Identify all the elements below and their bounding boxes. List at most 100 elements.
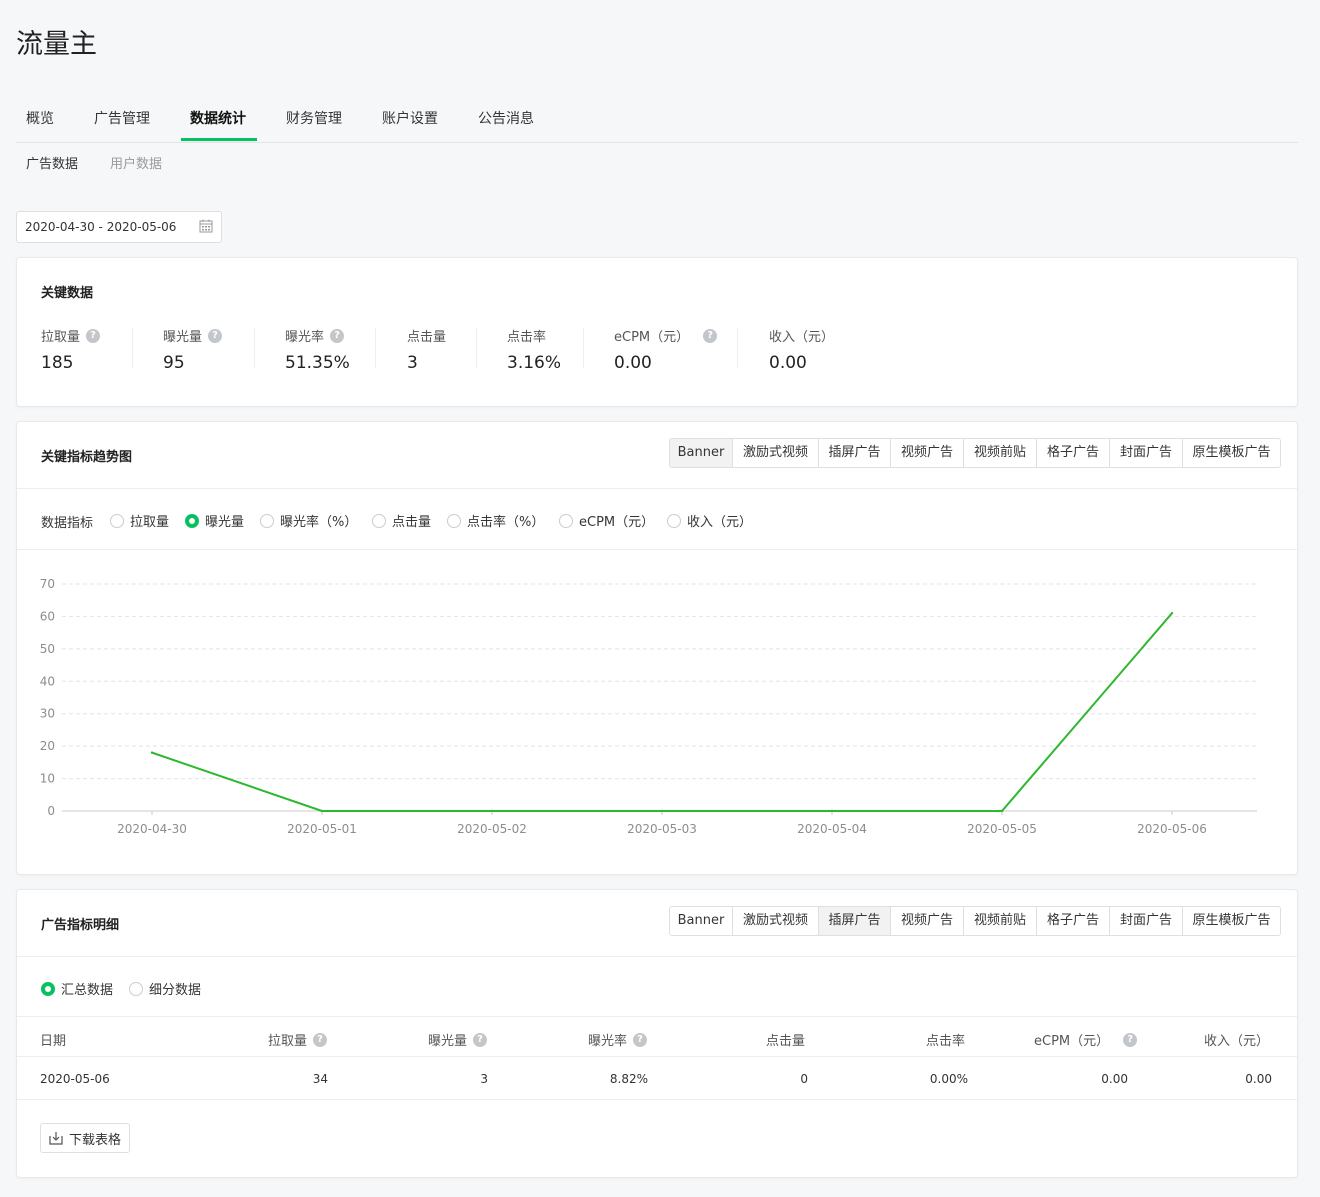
radio-exposure[interactable]: 曝光量 <box>185 511 244 530</box>
radio-circle <box>41 981 55 996</box>
y-tick-label: 70 <box>40 577 55 591</box>
trend-title: 关键指标趋势图 <box>41 450 133 465</box>
column-header-fetch: 拉取量? <box>268 1030 328 1049</box>
cell-ecpm: 0.00 <box>1101 1072 1128 1086</box>
radio-ctr[interactable]: 点击率（%） <box>447 511 544 530</box>
radio-breakdown-data[interactable]: 细分数据 <box>129 979 201 998</box>
main-nav: 概览 广告管理 数据统计 财务管理 账户设置 公告消息 <box>16 100 1298 143</box>
tab-interstitial[interactable]: 插屏广告 <box>818 439 890 467</box>
tab-grid-ad[interactable]: 格子广告 <box>1036 439 1109 467</box>
tab-native-template[interactable]: 原生模板广告 <box>1182 439 1280 467</box>
y-tick-label: 50 <box>40 642 55 656</box>
radio-ecpm[interactable]: eCPM（元） <box>559 511 654 530</box>
column-header-label: 点击量 <box>766 1034 806 1049</box>
y-tick-label: 0 <box>47 804 55 818</box>
radio-income[interactable]: 收入（元） <box>667 511 752 530</box>
download-table-button[interactable]: 下载表格 <box>40 1123 130 1153</box>
tab-banner[interactable]: Banner <box>670 439 732 467</box>
tab-native-template[interactable]: 原生模板广告 <box>1182 907 1280 935</box>
data-point <box>830 809 834 813</box>
help-icon[interactable]: ? <box>313 1032 328 1047</box>
metric-label: 拉取量 <box>41 330 81 345</box>
x-tick-label: 2020-05-01 <box>287 822 357 836</box>
radio-circle <box>667 513 681 528</box>
tab-pre-roll[interactable]: 视频前贴 <box>963 907 1036 935</box>
x-tick-label: 2020-05-06 <box>1137 822 1207 836</box>
metric-divider <box>375 328 376 368</box>
radio-summary-data[interactable]: 汇总数据 <box>41 979 113 998</box>
help-icon[interactable]: ? <box>86 328 101 343</box>
subnav-user-data[interactable]: 用户数据 <box>110 153 162 172</box>
data-point <box>320 809 324 813</box>
radio-circle <box>185 513 199 528</box>
radio-label: 曝光率（%） <box>280 515 358 530</box>
nav-item-announcements[interactable]: 公告消息 <box>478 108 534 128</box>
tab-pre-roll[interactable]: 视频前贴 <box>963 439 1036 467</box>
column-header-label: 曝光率 <box>588 1034 628 1049</box>
trend-ad-type-tabs: Banner 激励式视频 插屏广告 视频广告 视频前贴 格子广告 封面广告 原生… <box>669 438 1281 468</box>
metric-label: 点击量 <box>407 330 447 345</box>
metric-label: 曝光率 <box>285 330 325 345</box>
nav-item-overview[interactable]: 概览 <box>26 108 54 128</box>
subnav-ad-data[interactable]: 广告数据 <box>26 153 78 172</box>
key-data-title: 关键数据 <box>41 286 94 301</box>
column-header-date: 日期 <box>40 1030 66 1049</box>
help-icon[interactable]: ? <box>473 1032 488 1047</box>
nav-item-account-settings[interactable]: 账户设置 <box>382 108 438 128</box>
data-point <box>1170 611 1174 615</box>
radio-circle <box>447 513 461 528</box>
download-icon <box>49 1132 63 1145</box>
column-header-ctr: 点击率 <box>926 1030 965 1049</box>
metric-divider <box>583 328 584 368</box>
metric-divider <box>254 328 255 368</box>
radio-label: 细分数据 <box>149 983 202 998</box>
metric-selector-label: 数据指标 <box>41 516 94 531</box>
tab-rewarded-video[interactable]: 激励式视频 <box>732 439 818 467</box>
radio-label: 汇总数据 <box>61 983 114 998</box>
y-tick-label: 20 <box>40 739 55 753</box>
cell-income: 0.00 <box>1245 1072 1272 1086</box>
data-point <box>1000 809 1004 813</box>
metric-fetch: 拉取量? 185 <box>41 326 101 373</box>
tab-cover-ad[interactable]: 封面广告 <box>1109 439 1182 467</box>
metric-value: 0.00 <box>614 353 652 373</box>
cell-clicks: 0 <box>800 1072 808 1086</box>
help-icon[interactable]: ? <box>330 328 345 343</box>
tab-video-ad[interactable]: 视频广告 <box>890 439 963 467</box>
metric-label: 点击率 <box>507 330 547 345</box>
date-range-value: 2020-04-30 - 2020-05-06 <box>25 220 177 234</box>
y-tick-label: 10 <box>40 772 55 786</box>
y-tick-label: 60 <box>40 609 55 623</box>
help-icon[interactable]: ? <box>208 328 223 343</box>
nav-item-ad-management[interactable]: 广告管理 <box>94 108 150 128</box>
metric-value: 3.16% <box>507 353 562 373</box>
series-line <box>151 612 1173 812</box>
radio-label: 拉取量 <box>130 515 170 530</box>
cell-date: 2020-05-06 <box>40 1072 110 1086</box>
tab-rewarded-video[interactable]: 激励式视频 <box>732 907 818 935</box>
nav-item-finance[interactable]: 财务管理 <box>286 108 342 128</box>
radio-clicks[interactable]: 点击量 <box>372 511 431 530</box>
tab-grid-ad[interactable]: 格子广告 <box>1036 907 1109 935</box>
help-icon[interactable]: ? <box>703 328 718 343</box>
metric-exposure-rate: 曝光率? 51.35% <box>285 326 350 373</box>
cell-fetch: 34 <box>312 1072 328 1086</box>
tab-cover-ad[interactable]: 封面广告 <box>1109 907 1182 935</box>
tab-video-ad[interactable]: 视频广告 <box>890 907 963 935</box>
calendar-icon[interactable] <box>199 219 213 233</box>
x-tick-label: 2020-05-02 <box>457 822 527 836</box>
help-icon[interactable]: ? <box>1123 1032 1138 1047</box>
tab-banner[interactable]: Banner <box>670 907 732 935</box>
metric-divider <box>476 328 477 368</box>
help-icon[interactable]: ? <box>633 1032 648 1047</box>
x-tick-label: 2020-05-04 <box>797 822 867 836</box>
column-header-exposure-rate: 曝光率? <box>588 1030 648 1049</box>
date-range-picker[interactable]: 2020-04-30 - 2020-05-06 <box>16 211 222 243</box>
radio-exposure-rate[interactable]: 曝光率（%） <box>260 511 357 530</box>
nav-item-statistics[interactable]: 数据统计 <box>190 108 246 128</box>
radio-label: eCPM（元） <box>579 515 655 530</box>
tab-interstitial[interactable]: 插屏广告 <box>818 907 890 935</box>
radio-fetch[interactable]: 拉取量 <box>110 511 169 530</box>
detail-ad-type-tabs: Banner 激励式视频 插屏广告 视频广告 视频前贴 格子广告 封面广告 原生… <box>669 906 1281 936</box>
column-header-ecpm: eCPM（元）? <box>1034 1030 1138 1049</box>
